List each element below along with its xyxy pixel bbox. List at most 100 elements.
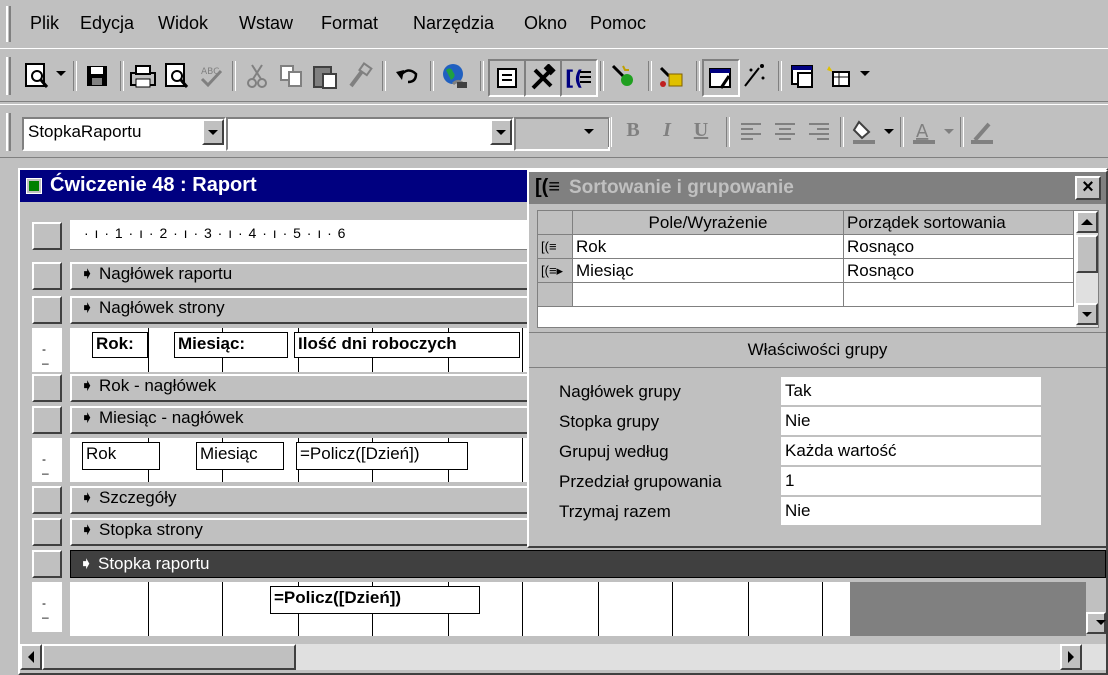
menu-edycja[interactable]: Edycja — [80, 13, 134, 34]
toolbox-icon[interactable] — [524, 59, 562, 97]
scroll-right-button[interactable] — [1060, 644, 1082, 670]
textbox-policz[interactable]: =Policz([Dzień]) — [296, 442, 468, 470]
scroll-down-button[interactable] — [1086, 612, 1106, 634]
field-list-icon[interactable] — [488, 59, 526, 97]
object-combo[interactable]: StopkaRaportu — [22, 117, 226, 151]
section-selector[interactable] — [32, 406, 62, 434]
horizontal-scrollbar[interactable] — [20, 644, 1106, 670]
scroll-up-button[interactable] — [1076, 211, 1098, 233]
prop-value-stopka[interactable]: Nie — [781, 407, 1041, 435]
spelling-icon[interactable]: ABC — [194, 59, 228, 93]
textbox-miesiac[interactable]: Miesiąc — [196, 442, 284, 470]
cut-icon[interactable] — [240, 59, 274, 93]
menu-wstaw[interactable]: Wstaw — [239, 13, 293, 34]
properties-icon[interactable] — [702, 59, 740, 97]
italic-button[interactable]: I — [652, 115, 682, 145]
report-icon[interactable] — [26, 178, 42, 194]
prop-value-grupuj[interactable]: Każda wartość — [781, 437, 1041, 465]
svg-text:A: A — [916, 121, 929, 142]
label-ilosc-dni[interactable]: Ilość dni roboczych — [294, 332, 520, 358]
align-center-icon[interactable] — [768, 115, 802, 149]
label-rok[interactable]: Rok: — [92, 332, 148, 358]
band-label: Nagłówek raportu — [98, 264, 233, 283]
menu-plik[interactable]: Plik — [30, 13, 59, 34]
grid-cell-order[interactable]: Rosnąco — [843, 258, 1074, 283]
size-combo[interactable] — [514, 117, 610, 151]
section-selector[interactable] — [32, 296, 62, 324]
dialog-title-bar: [(≡ Sortowanie i grupowanie × — [529, 172, 1106, 204]
view-dropdown[interactable] — [56, 71, 66, 76]
new-object-dropdown[interactable] — [860, 71, 870, 76]
line-color-icon[interactable] — [966, 115, 1000, 149]
close-button[interactable]: × — [1075, 176, 1101, 200]
label-miesiac[interactable]: Miesiąc: — [174, 332, 288, 358]
textbox-rok[interactable]: Rok — [82, 442, 160, 470]
format-painter-icon[interactable] — [342, 59, 376, 93]
row-selector[interactable] — [538, 282, 573, 307]
menu-narzedzia[interactable]: Narzędzia — [413, 13, 494, 34]
save-icon[interactable] — [80, 59, 114, 93]
section-selector[interactable] — [32, 374, 62, 402]
vertical-scrollbar[interactable] — [1086, 582, 1106, 638]
prop-value-naglowek[interactable]: Tak — [781, 377, 1041, 405]
grid-scroll-thumb[interactable] — [1076, 235, 1098, 273]
prop-value-przedzial[interactable]: 1 — [781, 467, 1041, 495]
autoformat-icon[interactable] — [606, 59, 640, 93]
menu-pomoc[interactable]: Pomoc — [590, 13, 646, 34]
fill-color-dropdown[interactable] — [884, 129, 894, 134]
print-preview-icon[interactable] — [160, 59, 194, 93]
align-right-icon[interactable] — [802, 115, 836, 149]
grid-cell-field[interactable]: Rok — [572, 234, 844, 259]
grid-cell-field[interactable]: Miesiąc — [572, 258, 844, 283]
object-combo-dropdown[interactable] — [202, 119, 224, 145]
copy-icon[interactable] — [274, 59, 308, 93]
grid-scrollbar[interactable] — [1076, 211, 1098, 327]
grouping-row-selected-icon[interactable]: [(≡▸ — [538, 258, 573, 283]
sorting-grouping-icon: [(≡ — [535, 176, 560, 198]
grid-cell-field[interactable] — [572, 282, 844, 307]
grouping-row-icon[interactable]: [(≡ — [538, 234, 573, 259]
internet-icon[interactable] — [438, 59, 472, 93]
section-selector[interactable] — [32, 486, 62, 514]
undo-icon[interactable] — [390, 59, 424, 93]
menu-okno[interactable]: Okno — [524, 13, 567, 34]
scroll-thumb[interactable] — [42, 644, 296, 670]
scroll-left-button[interactable] — [20, 644, 42, 670]
paste-icon[interactable] — [308, 59, 342, 93]
textbox-report-footer-policz[interactable]: =Policz([Dzień]) — [270, 586, 480, 614]
column-header-order: Porządek sortowania — [843, 211, 1074, 235]
prop-value-trzymaj[interactable]: Nie — [781, 497, 1041, 525]
band-report-footer[interactable]: ➧ Stopka raportu — [70, 550, 1106, 578]
scroll-down-button[interactable] — [1076, 303, 1098, 325]
report-selector[interactable] — [32, 222, 62, 250]
new-object-icon[interactable] — [822, 59, 856, 93]
font-combo[interactable] — [226, 117, 514, 151]
database-window-icon[interactable] — [786, 59, 820, 93]
grid-cell-order[interactable] — [843, 282, 1074, 307]
fill-color-icon[interactable] — [848, 115, 882, 149]
toolbar-separator — [960, 117, 964, 147]
size-combo-dropdown[interactable] — [584, 129, 594, 134]
prop-label-naglowek: Nagłówek grupy — [559, 382, 681, 401]
align-left-icon[interactable] — [734, 115, 768, 149]
sorting-grouping-icon[interactable]: [( — [560, 59, 598, 97]
toolbar-grip[interactable] — [6, 57, 11, 95]
print-icon[interactable] — [126, 59, 160, 93]
code-icon[interactable] — [654, 59, 688, 93]
bold-button[interactable]: B — [618, 115, 648, 145]
section-selector[interactable] — [32, 262, 62, 290]
font-color-icon[interactable]: A — [908, 115, 942, 149]
menu-format[interactable]: Format — [321, 13, 378, 34]
font-combo-dropdown[interactable] — [490, 119, 512, 145]
menu-widok[interactable]: Widok — [158, 13, 208, 34]
view-icon[interactable] — [20, 59, 54, 93]
report-title: Ćwiczenie 48 : Raport — [50, 174, 257, 196]
build-icon[interactable] — [738, 59, 772, 93]
menu-grip[interactable] — [6, 6, 11, 42]
toolbar-grip[interactable] — [6, 113, 11, 151]
grid-cell-order[interactable]: Rosnąco — [843, 234, 1074, 259]
underline-button[interactable]: U — [686, 115, 716, 145]
section-selector[interactable] — [32, 518, 62, 546]
font-color-dropdown[interactable] — [944, 129, 954, 134]
section-selector[interactable] — [32, 550, 62, 578]
